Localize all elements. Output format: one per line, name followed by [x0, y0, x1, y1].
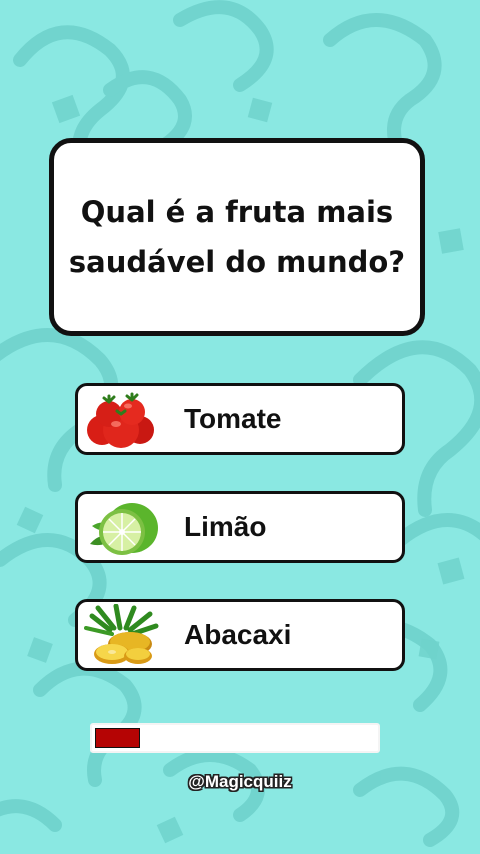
option-label: Abacaxi — [184, 619, 292, 650]
option-abacaxi[interactable]: Abacaxi — [75, 599, 405, 671]
lime-icon — [90, 503, 158, 555]
option-limao[interactable]: Limão — [75, 491, 405, 563]
timer-progress-fill — [95, 728, 140, 748]
option-label: Tomate — [184, 403, 282, 434]
option-label: Limão — [184, 511, 267, 542]
tomato-icon — [87, 392, 154, 448]
pineapple-icon — [84, 604, 159, 664]
option-tomate[interactable]: Tomate — [75, 383, 405, 455]
question-text: Qual é a fruta mais saudável do mundo? — [68, 195, 406, 279]
timer-progress-bar — [90, 723, 380, 753]
question-card: Qual é a fruta mais saudável do mundo? — [49, 138, 425, 336]
creator-handle: @Magicquiiz — [188, 772, 292, 791]
